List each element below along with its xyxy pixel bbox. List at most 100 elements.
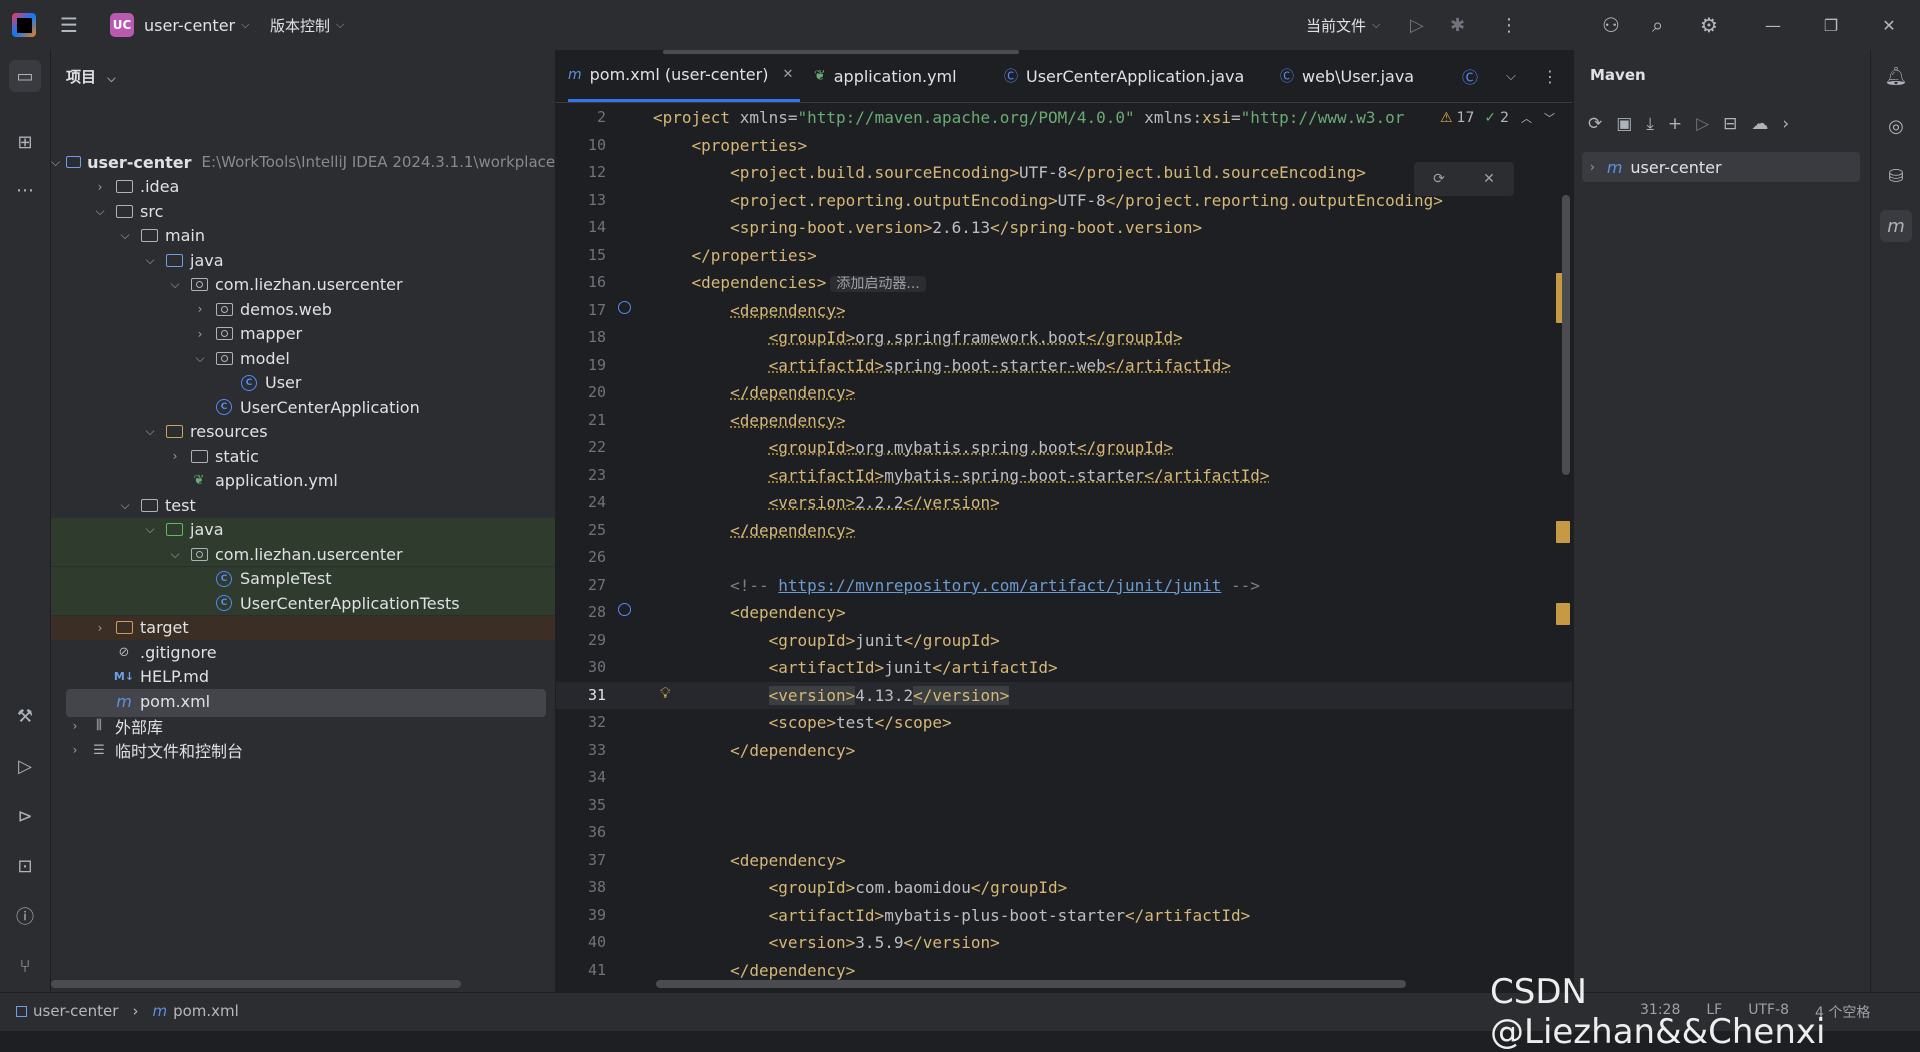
tree-item[interactable]: ⌵ java [51,248,555,272]
vcs-menu[interactable]: 版本控制 ⌵ [270,0,344,50]
tree-item[interactable]: ⌵ model [51,346,555,370]
chevron-right-icon[interactable]: › [67,743,83,757]
download-icon[interactable]: ⤓ [1646,114,1654,134]
tree-item[interactable]: ⌵ main [51,224,555,248]
settings-gear-icon[interactable]: ⚙ [1700,0,1718,50]
more-chevron-icon[interactable]: › [1782,114,1789,134]
main-menu-icon[interactable]: ☰ [60,0,78,50]
git-branch-icon[interactable]: ⑂ [9,950,41,982]
tree-item[interactable]: › ☰ 临时文件和控制台 [51,738,555,762]
ai-assistant-icon[interactable]: ◎ [1880,110,1912,142]
chevron-right-icon[interactable]: › [192,327,208,341]
close-icon[interactable]: ✕ [1483,171,1495,187]
tree-item[interactable]: ⌵ com.liezhan.usercenter [51,273,555,297]
tree-item[interactable]: M↓ HELP.md [51,665,555,689]
tree-item[interactable]: ⌵ java [51,517,555,542]
tree-item[interactable]: ⊘ .gitignore [51,640,555,664]
chevron-down-icon[interactable]: ⌵ [117,498,133,513]
tree-item[interactable]: ⌵ src [51,199,555,223]
change-marker[interactable] [1556,603,1570,625]
tree-item[interactable]: ❦ application.yml [51,469,555,493]
chevron-down-icon[interactable]: ⌵ [142,253,158,268]
tab-pom-xml[interactable]: m pom.xml (user-center) ✕ [568,50,800,102]
chevron-down-icon[interactable]: ⌵ [51,155,60,170]
terminal-icon[interactable]: ⊡ [9,850,41,882]
breadcrumb-item[interactable]: user-center [33,1002,118,1020]
tree-item[interactable]: › target [51,615,555,640]
execute-goal-icon[interactable]: ⊟ [1723,114,1737,134]
chevron-down-icon[interactable]: ⌵ [167,277,183,292]
run-icon[interactable]: ▷ [1410,0,1424,50]
dependency-gutter-icon[interactable] [618,300,631,314]
chevron-right-icon[interactable]: › [67,719,83,733]
run-config-selector[interactable]: 当前文件 ⌵ [1306,0,1380,50]
class-icon[interactable]: Ⓒ [1462,50,1478,102]
tab-usercenterapplication-java[interactable]: Ⓒ UserCenterApplication.java [1004,50,1244,102]
tab-application-yml[interactable]: ❦ application.yml [814,50,957,102]
chevron-right-icon[interactable]: › [167,449,183,463]
more-actions-icon[interactable]: ⋮ [1500,0,1518,50]
close-icon[interactable]: ✕ [1866,0,1912,50]
build-hammer-icon[interactable]: ⚒ [9,700,41,732]
add-project-folder-icon[interactable]: ▣ [1616,114,1632,134]
chevron-down-icon[interactable]: ⌵ [167,547,183,562]
problems-icon[interactable]: ⓘ [9,900,41,932]
tree-item[interactable]: C SampleTest [51,566,555,591]
tree-item[interactable]: C User [51,371,555,395]
chevron-down-icon[interactable]: ⌵ [142,424,158,439]
reload-icon[interactable]: ⟳ [1588,114,1602,134]
add-icon[interactable]: + [1668,114,1682,134]
chevron-down-icon[interactable]: ⌵ [142,522,158,537]
database-icon[interactable]: ⛁ [1880,160,1912,192]
tree-item[interactable]: ⌵ resources [51,420,555,444]
project-folder-icon[interactable]: ▭ [9,60,41,92]
dependency-gutter-icon[interactable] [618,603,631,616]
maven-m-icon[interactable]: m [1880,210,1912,242]
chevron-right-icon[interactable]: › [92,180,108,194]
app-logo-icon[interactable] [12,0,36,50]
tab-web-user-java[interactable]: Ⓒ web\User.java [1280,50,1414,102]
tree-item[interactable]: m pom.xml [51,689,555,717]
run-icon[interactable]: ▷ [1696,114,1709,134]
notifications-bell-icon[interactable]: 🔔︎ [1880,60,1912,92]
code-area[interactable]: 2 <project xmlns="http://maven.apache.org… [556,102,1572,992]
chevron-down-icon[interactable]: ⌵ [117,228,133,243]
minimize-icon[interactable]: — [1750,0,1796,50]
chevron-down-icon[interactable]: ⌵ [192,351,208,366]
change-marker[interactable] [1556,520,1570,543]
editor-horizontal-scrollbar[interactable] [656,980,1406,988]
tree-item[interactable]: C UserCenterApplicationTests [51,591,555,615]
tab-list-chevron-down-icon[interactable]: ⌵ [1506,50,1516,102]
services-icon[interactable]: ⊳ [9,800,41,832]
search-icon[interactable]: ⌕ [1652,0,1663,50]
restore-icon[interactable]: ❐ [1808,0,1854,50]
maven-reload-icon[interactable]: ⟳ [1433,171,1445,187]
breadcrumb-item[interactable]: pom.xml [173,1002,239,1020]
tab-more-icon[interactable]: ⋮ [1542,50,1558,102]
chevron-right-icon[interactable]: › [192,302,208,316]
structure-icon[interactable]: ⊞ [9,126,41,158]
tree-item[interactable]: › mapper [51,322,555,346]
inspection-widget[interactable]: ⚠ 17 ✓ 2 ︿ ﹀ [1436,104,1560,132]
tree-item[interactable]: ⌵ user-center E:\WorkTools\IntelliJ IDEA 2… [51,150,555,174]
editor-vertical-scrollbar[interactable] [1562,195,1570,475]
tree-item[interactable]: ⌵ com.liezhan.usercenter [51,542,555,566]
project-panel-header[interactable]: 项目 ⌵ [66,66,116,87]
run-tool-icon[interactable]: ▷ [9,750,41,782]
next-highlight-icon[interactable]: ﹀ [1544,110,1555,126]
tree-item[interactable]: › static [51,444,555,468]
close-icon[interactable]: ✕ [782,67,793,82]
add-starter-inlay-hint[interactable]: 添加启动器... [830,276,926,292]
tree-item[interactable]: › .idea [51,175,555,199]
code-token[interactable]: https://mvnrepository.com/artifact/junit… [778,576,1221,595]
tree-item[interactable]: › ⫼ 外部库 [51,714,555,738]
project-switcher[interactable]: UC user-center ⌵ [110,0,249,50]
maven-project-row[interactable]: › m user-center [1582,152,1860,182]
more-tools-icon[interactable]: ⋯ [9,174,41,206]
tree-item[interactable]: › demos.web [51,297,555,321]
code-with-me-icon[interactable]: ⚇ [1602,0,1620,50]
prev-highlight-icon[interactable]: ︿ [1521,110,1532,126]
chevron-down-icon[interactable]: ⌵ [92,204,108,219]
offline-mode-icon[interactable]: ☁ [1751,114,1768,134]
tree-item[interactable]: C UserCenterApplication [51,395,555,419]
